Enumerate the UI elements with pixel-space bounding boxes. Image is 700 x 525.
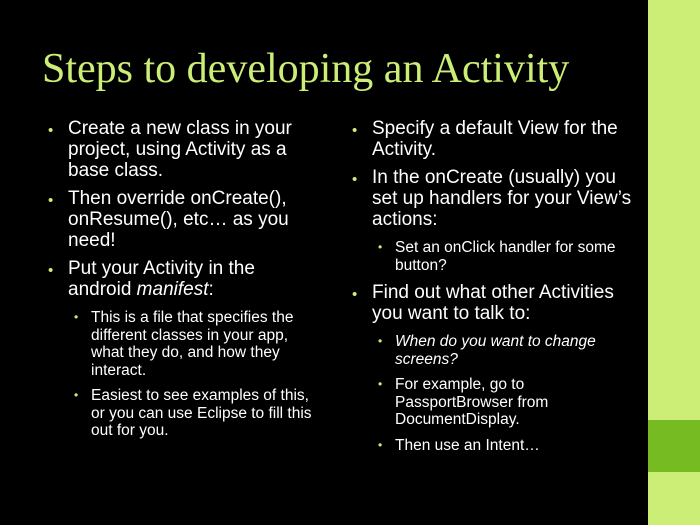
sub-bullet-text: This is a file that specifies the differ…: [91, 309, 294, 379]
bullet-text: Find out what other Activities you want …: [372, 282, 614, 324]
left-column: • Create a new class in your project, us…: [48, 118, 318, 448]
bullet-handlers: • In the onCreate (usually) you set up h…: [352, 167, 637, 274]
sub-bullet-icon: •: [378, 240, 383, 254]
sub-bullet-text: For example, go to PassportBrowser from …: [395, 376, 549, 428]
bullet-text: Specify a default View for the Activity.: [372, 118, 618, 160]
bullet-override-methods: • Then override onCreate(), onResume(), …: [48, 188, 318, 251]
bullet-icon: •: [352, 122, 358, 139]
sub-bullet-icon: •: [378, 377, 383, 391]
sub-bullet-example: • For example, go to PassportBrowser fro…: [372, 376, 637, 429]
bullet-text: Then override onCreate(), onResume(), et…: [68, 188, 289, 251]
bullet-text-suffix: :: [208, 279, 214, 300]
sub-bullet-eclipse: • Easiest to see examples of this, or yo…: [68, 387, 318, 440]
sub-bullet-text: Then use an Intent…: [395, 436, 540, 454]
sub-bullet-text: When do you want to change screens?: [395, 333, 596, 368]
slide-title: Steps to developing an Activity: [42, 46, 570, 92]
sub-bullet-icon: •: [74, 310, 79, 324]
bullet-other-activities: • Find out what other Activities you wan…: [352, 282, 637, 454]
sub-bullet-icon: •: [378, 437, 383, 452]
manifest-emphasis: manifest: [136, 279, 209, 300]
bullet-default-view: • Specify a default View for the Activit…: [352, 118, 637, 160]
bullet-icon: •: [352, 286, 358, 303]
bullet-text: Create a new class in your project, usin…: [68, 118, 292, 181]
sub-bullet-text: Set an onClick handler for some button?: [395, 239, 616, 274]
right-column: • Specify a default View for the Activit…: [352, 118, 637, 462]
sub-bullet-change-screens: • When do you want to change screens?: [372, 333, 637, 368]
sub-bullet-intent: • Then use an Intent…: [372, 437, 637, 455]
decorative-side-block: [648, 420, 700, 472]
sub-bullet-manifest-desc: • This is a file that specifies the diff…: [68, 309, 318, 379]
bullet-manifest: • Put your Activity in the android manif…: [48, 258, 318, 440]
bullet-icon: •: [48, 262, 54, 279]
bullet-create-class: • Create a new class in your project, us…: [48, 118, 318, 181]
sub-bullet-icon: •: [378, 334, 383, 348]
bullet-icon: •: [352, 171, 358, 188]
sub-bullet-icon: •: [74, 388, 79, 402]
bullet-icon: •: [48, 192, 54, 209]
bullet-icon: •: [48, 122, 54, 139]
bullet-text: In the onCreate (usually) you set up han…: [372, 167, 632, 230]
sub-bullet-onclick: • Set an onClick handler for some button…: [372, 239, 637, 274]
sub-bullet-text: Easiest to see examples of this, or you …: [91, 387, 312, 439]
